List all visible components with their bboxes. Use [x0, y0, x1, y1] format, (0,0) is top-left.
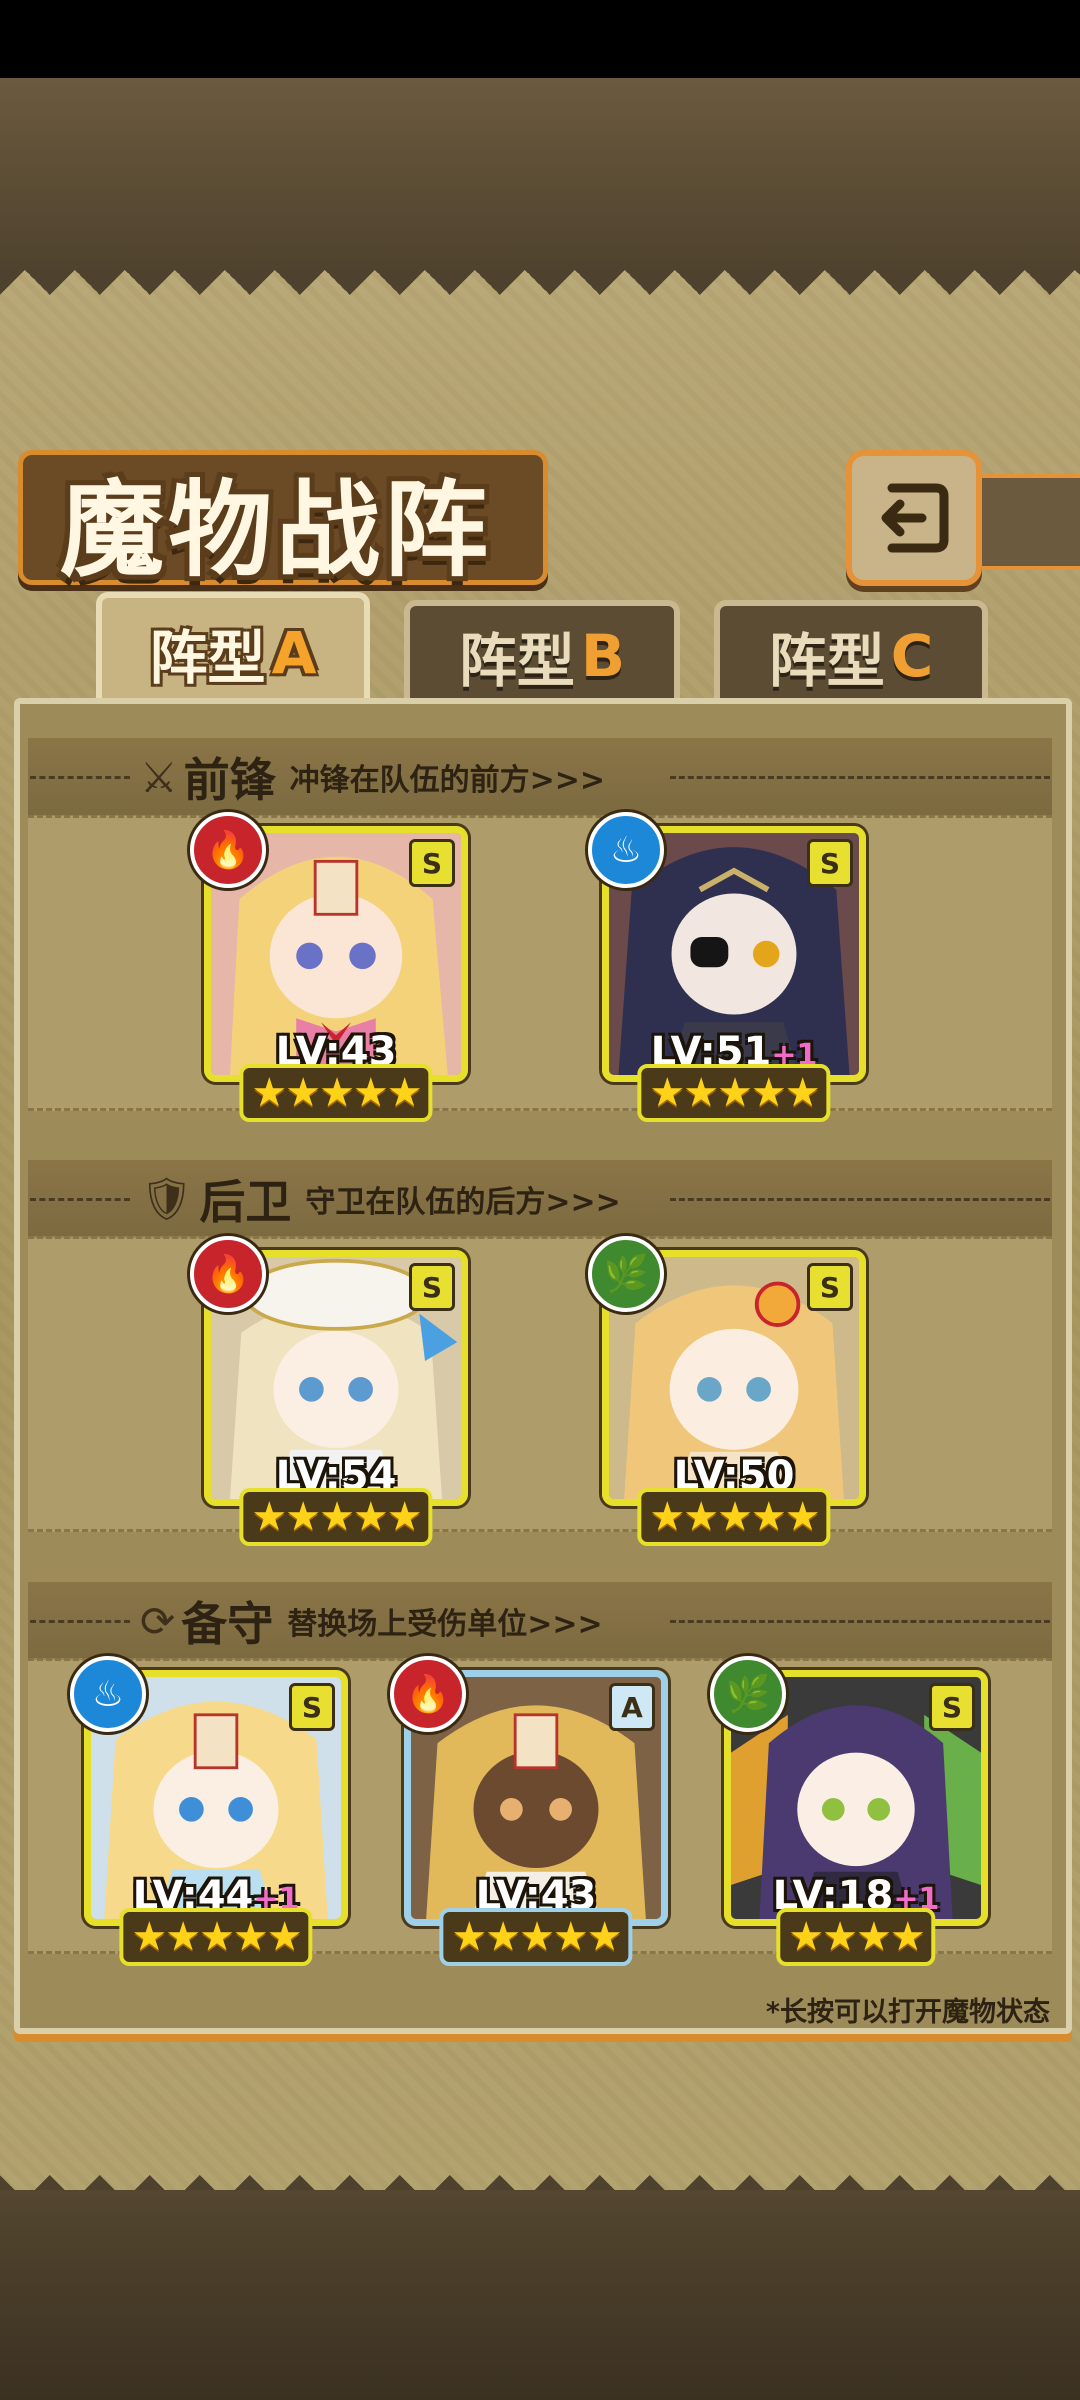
unit-card[interactable]: S LV:43 🔥 ★★★★★ [190, 812, 468, 1122]
rank-badge: A [609, 1683, 655, 1731]
bottom-background [0, 2190, 1080, 2400]
unit-card[interactable]: A LV:43 🔥 ★★★★★ [390, 1656, 668, 1966]
star-rating: ★★★★★ [439, 1908, 633, 1966]
section-title: 后卫 [199, 1175, 292, 1229]
dashed-divider [30, 1620, 130, 1623]
fire-element-icon: 🔥 [190, 1236, 266, 1312]
dashed-divider [670, 1620, 1050, 1623]
unit-card[interactable]: S LV:18+1 🌿 ★★★★ [710, 1656, 988, 1966]
star-rating: ★★★★★ [239, 1064, 433, 1122]
tab-label: 阵型 [458, 627, 575, 695]
section-description: 替换场上受伤单位>>> [287, 1607, 603, 1642]
dashed-divider [670, 1198, 1050, 1201]
section-description: 守卫在队伍的后方>>> [305, 1185, 621, 1220]
row-rearguard [28, 1236, 1052, 1532]
back-arrow-icon [881, 483, 949, 553]
rank-badge: S [409, 839, 455, 887]
wood-element-icon: 🌿 [710, 1656, 786, 1732]
star-rating: ★★★★ [776, 1908, 936, 1966]
tab-suffix: A [271, 619, 317, 687]
rank-badge: S [807, 839, 853, 887]
tab-suffix: C [890, 622, 934, 690]
section-description: 冲锋在队伍的前方>>> [289, 763, 606, 798]
dashed-divider [30, 1198, 130, 1201]
rank-badge: S [929, 1683, 975, 1731]
tab-formation-c[interactable]: 阵型 C [714, 600, 988, 706]
dashed-divider [670, 776, 1050, 779]
section-title: 备守 [181, 1597, 274, 1651]
unit-card[interactable]: S LV:51+1 ♨ ★★★★★ [588, 812, 866, 1122]
unit-card[interactable]: S LV:50 🌿 ★★★★★ [588, 1236, 866, 1546]
unit-card[interactable]: S LV:54 🔥 ★★★★★ [190, 1236, 468, 1546]
sword-icon: ⚔ [140, 752, 178, 802]
back-button[interactable] [846, 450, 982, 586]
fire-element-icon: 🔥 [190, 812, 266, 888]
section-header-reserve: ⟳ 备守 替换场上受伤单位>>> [0, 1586, 1080, 1656]
water-element-icon: ♨ [70, 1656, 146, 1732]
top-background [0, 78, 1080, 278]
wood-element-icon: 🌿 [588, 1236, 664, 1312]
shield-icon: 🛡 [140, 1174, 194, 1223]
tab-label: 阵型 [768, 627, 885, 695]
rank-badge: S [807, 1263, 853, 1311]
unit-card[interactable]: S LV:44+1 ♨ ★★★★★ [70, 1656, 348, 1966]
status-bar [0, 0, 1080, 78]
page-title: 魔物战阵 [60, 469, 493, 591]
fire-element-icon: 🔥 [390, 1656, 466, 1732]
torn-edge-top [0, 270, 1080, 320]
swap-icon: ⟳ [140, 1596, 176, 1646]
row-vanguard [28, 815, 1052, 1111]
tab-formation-b[interactable]: 阵型 B [404, 600, 680, 706]
dashed-divider [30, 776, 130, 779]
tab-suffix: B [580, 622, 626, 690]
star-rating: ★★★★★ [119, 1908, 313, 1966]
rank-badge: S [409, 1263, 455, 1311]
hint-text: *长按可以打开魔物状态 [765, 1997, 1050, 2028]
star-rating: ★★★★★ [637, 1064, 831, 1122]
star-rating: ★★★★★ [239, 1488, 433, 1546]
tab-formation-a[interactable]: 阵型 A [96, 592, 370, 708]
rank-badge: S [289, 1683, 335, 1731]
tab-label: 阵型 [149, 624, 266, 692]
section-header-rearguard: 🛡 后卫 守卫在队伍的后方>>> [0, 1164, 1080, 1234]
section-title: 前锋 [183, 753, 276, 807]
star-rating: ★★★★★ [637, 1488, 831, 1546]
water-element-icon: ♨ [588, 812, 664, 888]
section-header-vanguard: ⚔ 前锋 冲锋在队伍的前方>>> [0, 742, 1080, 812]
